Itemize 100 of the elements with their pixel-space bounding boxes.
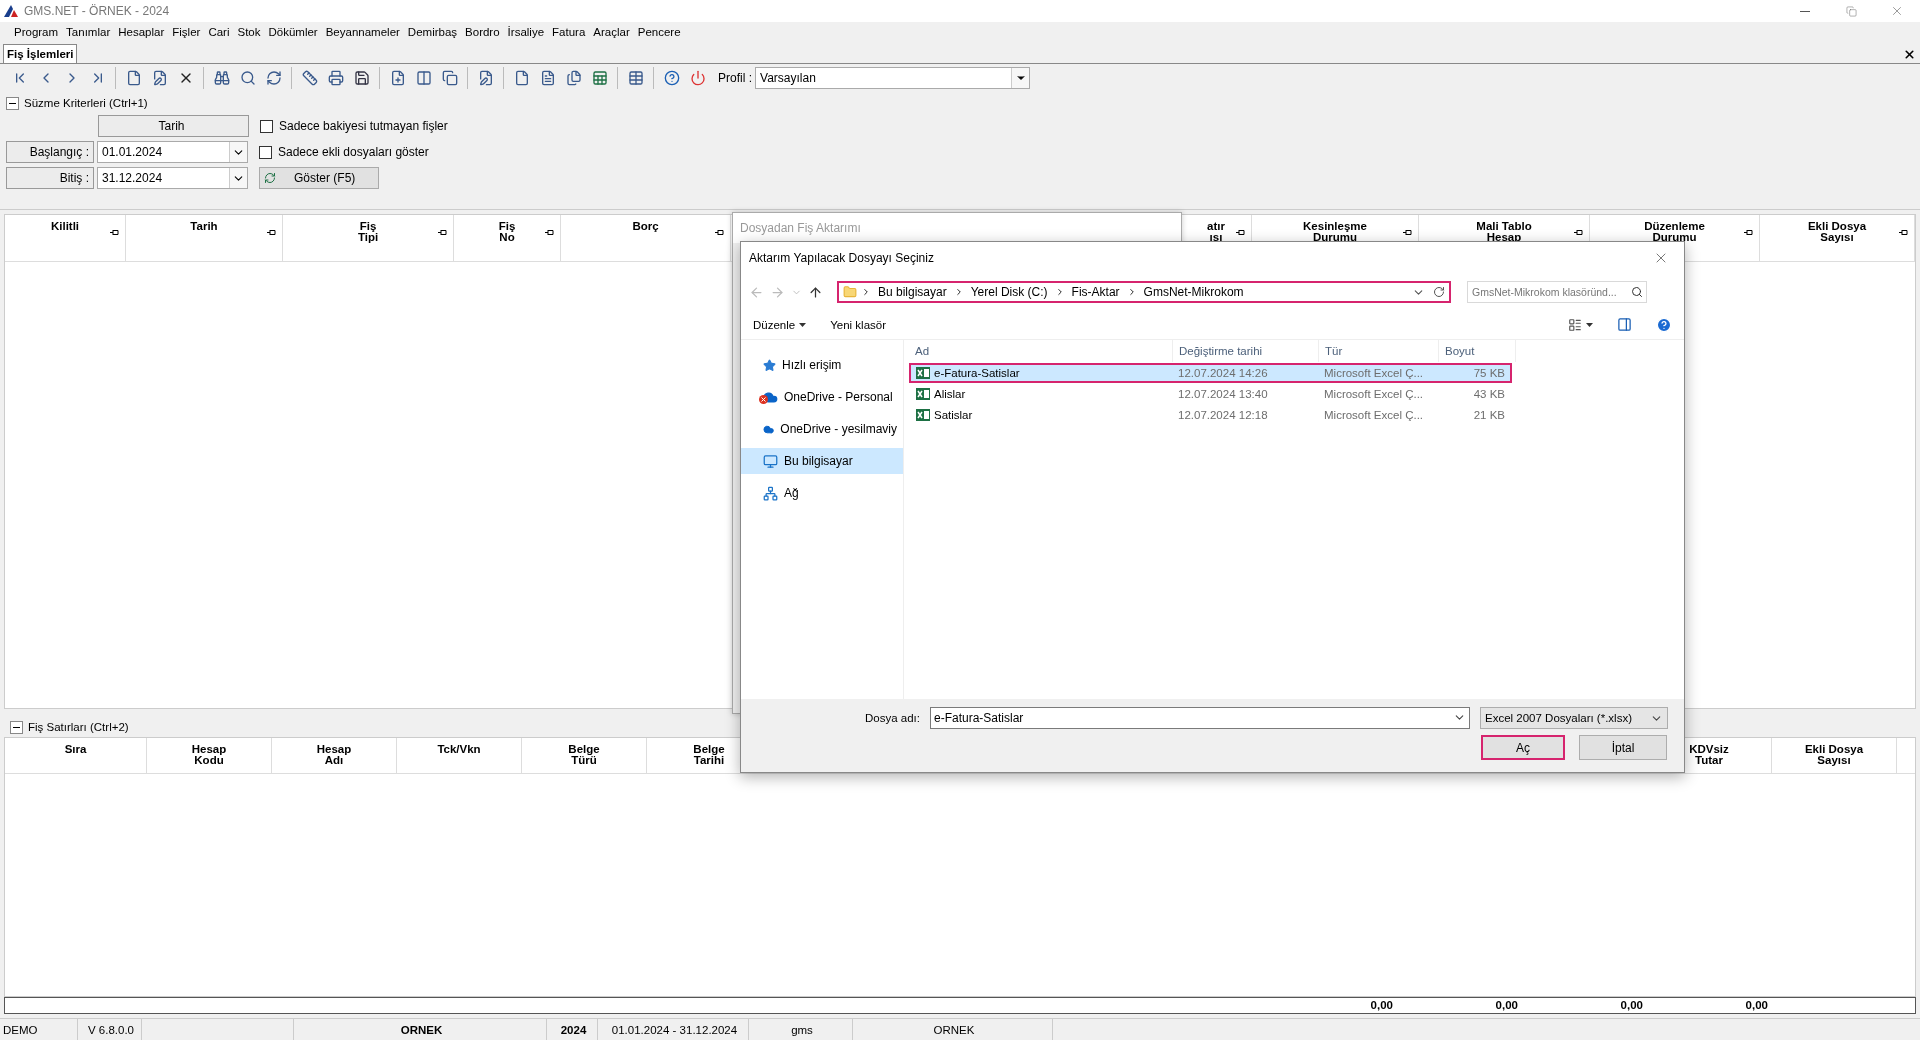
- nav-item[interactable]: OneDrive - yesilmaviy: [741, 416, 903, 442]
- add-file-icon: [389, 70, 406, 86]
- new-folder-button[interactable]: Yeni klasör: [830, 318, 887, 331]
- menu-item[interactable]: Demirbaş: [403, 26, 462, 38]
- menu-item[interactable]: Dökümler: [264, 26, 322, 38]
- end-date-field[interactable]: 31.12.2024: [97, 167, 248, 189]
- profile-select[interactable]: Varsayılan: [755, 67, 1030, 89]
- new-document-icon: [125, 70, 142, 86]
- pin-icon[interactable]: [1899, 229, 1908, 236]
- column-header[interactable]: Ekli Dosya Sayısı: [1772, 738, 1897, 773]
- menu-item[interactable]: Araçlar: [589, 26, 634, 38]
- start-date-field[interactable]: 01.01.2024: [97, 141, 248, 163]
- window-title: GMS.NET - ÖRNEK - 2024: [24, 4, 171, 18]
- menu-item[interactable]: Fişler: [168, 26, 205, 38]
- file-type: Microsoft Excel Ç...: [1323, 388, 1425, 400]
- help-icon: [663, 70, 680, 86]
- breadcrumb[interactable]: Fis-Aktar: [1068, 285, 1123, 299]
- pin-icon[interactable]: [1744, 229, 1753, 236]
- file-row[interactable]: Satislar 12.07.2024 12:18 Microsoft Excel Ç... 21 KB: [909, 405, 1512, 425]
- network-icon: [763, 485, 778, 501]
- refresh-icon[interactable]: [1433, 286, 1445, 298]
- nav-item[interactable]: OneDrive - Personal: [741, 384, 903, 410]
- organize-menu[interactable]: Düzenle: [753, 318, 807, 331]
- columns-icon: [415, 70, 432, 86]
- column-header[interactable]: Tür: [1319, 340, 1439, 362]
- collapse-toggle[interactable]: [10, 720, 23, 734]
- show-button[interactable]: Göster (F5): [259, 167, 379, 189]
- help-button[interactable]: [1656, 316, 1672, 333]
- breadcrumb[interactable]: Yerel Disk (C:): [967, 285, 1051, 299]
- breadcrumb[interactable]: Bu bilgisayar: [875, 285, 950, 299]
- menu-item[interactable]: Cari: [204, 26, 234, 38]
- column-header[interactable]: Tarih: [126, 215, 283, 261]
- search-field[interactable]: GmsNet-Mikrokom klasöründ...: [1467, 281, 1647, 303]
- open-button[interactable]: Aç: [1481, 735, 1565, 760]
- pin-icon[interactable]: [110, 229, 119, 236]
- menu-item[interactable]: Program: [10, 26, 63, 38]
- excel-file-icon: [916, 387, 930, 401]
- up-button[interactable]: [808, 284, 823, 300]
- menu-item[interactable]: Pencere: [633, 26, 685, 38]
- end-label: Bitiş :: [6, 167, 94, 189]
- print-icon: [327, 70, 344, 86]
- column-header[interactable]: Borç: [561, 215, 731, 261]
- pin-icon[interactable]: [1403, 229, 1412, 236]
- group-title: Süzme Kriterleri (Ctrl+1): [24, 97, 148, 109]
- caret-icon: [799, 322, 807, 327]
- total-value: 0,00: [1369, 998, 1394, 1013]
- breadcrumb[interactable]: GmsNet-Mikrokom: [1140, 285, 1247, 299]
- file-name: Alislar: [934, 388, 966, 400]
- menu-item[interactable]: İrsaliye: [503, 26, 549, 38]
- checkbox[interactable]: Sadece bakiyesi tutmayan fişler: [260, 119, 448, 133]
- file-row[interactable]: Alislar 12.07.2024 13:40 Microsoft Excel Ç... 43 KB: [909, 384, 1512, 404]
- list-view-icon: [1568, 317, 1582, 332]
- nav-item[interactable]: Hızlı erişim: [741, 352, 903, 378]
- document-tab[interactable]: Fiş İşlemleri: [3, 44, 78, 63]
- pin-icon[interactable]: [438, 229, 447, 236]
- file-type: Microsoft Excel Ç...: [1323, 367, 1425, 379]
- pin-icon[interactable]: [715, 229, 724, 236]
- blank-page-icon: [513, 70, 530, 86]
- column-header[interactable]: Ad: [909, 340, 1173, 362]
- view-button[interactable]: [1568, 317, 1593, 332]
- filename-field[interactable]: e-Fatura-Satislar: [930, 707, 1470, 729]
- menu-item[interactable]: Stok: [233, 26, 265, 38]
- file-type-select[interactable]: Excel 2007 Dosyaları (*.xlsx): [1480, 707, 1668, 729]
- search-icon: [239, 70, 256, 86]
- menu-item[interactable]: Beyannameler: [321, 26, 404, 38]
- menu-item[interactable]: Hesaplar: [114, 26, 169, 38]
- column-header[interactable]: Tck/Vkn: [397, 738, 522, 773]
- pin-icon[interactable]: [1574, 229, 1583, 236]
- pin-icon[interactable]: [545, 229, 554, 236]
- preview-pane-button[interactable]: [1617, 317, 1632, 332]
- column-header[interactable]: Sıra: [5, 738, 147, 773]
- checkbox[interactable]: Sadece ekli dosyaları göster: [259, 145, 429, 159]
- column-header[interactable]: Değiştirme tarihi: [1173, 340, 1319, 362]
- file-row[interactable]: e-Fatura-Satislar 12.07.2024 14:26 Microsoft Excel Ç... 75 KB: [909, 363, 1512, 383]
- dialog-title: Dosyadan Fiş Aktarımı: [733, 213, 1181, 243]
- column-header[interactable]: Hesap Kodu: [147, 738, 272, 773]
- nav-item[interactable]: Bu bilgisayar: [741, 448, 903, 474]
- column-header[interactable]: Boyut: [1439, 340, 1516, 362]
- column-header[interactable]: Belge Türü: [522, 738, 647, 773]
- cancel-button[interactable]: İptal: [1579, 735, 1667, 760]
- status-text: gms: [749, 1019, 853, 1040]
- menu-item[interactable]: Bordro: [461, 26, 504, 38]
- column-header[interactable]: Kilitli: [5, 215, 126, 261]
- star-icon: [763, 358, 776, 372]
- pin-icon[interactable]: [267, 229, 276, 236]
- excel-file-icon: [916, 366, 930, 380]
- column-header[interactable]: Ekli Dosya Sayısı: [1760, 215, 1915, 261]
- nav-item[interactable]: Ağ: [741, 480, 903, 506]
- collapse-toggle[interactable]: [6, 96, 19, 110]
- menu-item[interactable]: Tanımlar: [62, 26, 115, 38]
- column-header[interactable]: Fiş No: [454, 215, 561, 261]
- group-title: Fiş Satırları (Ctrl+2): [28, 721, 129, 733]
- column-header[interactable]: Fiş Tipi: [283, 215, 454, 261]
- status-text: 2024: [547, 1019, 598, 1040]
- ruler-icon: [301, 70, 318, 86]
- menu-item[interactable]: Fatura: [548, 26, 590, 38]
- column-header[interactable]: Hesap Adı: [272, 738, 397, 773]
- pin-icon[interactable]: [1236, 229, 1245, 236]
- address-bar[interactable]: Bu bilgisayar Yerel Disk (C:) Fis-Aktar GmsNet-Mikrokom: [837, 281, 1451, 303]
- status-text: 01.01.2024 - 31.12.2024: [598, 1019, 749, 1040]
